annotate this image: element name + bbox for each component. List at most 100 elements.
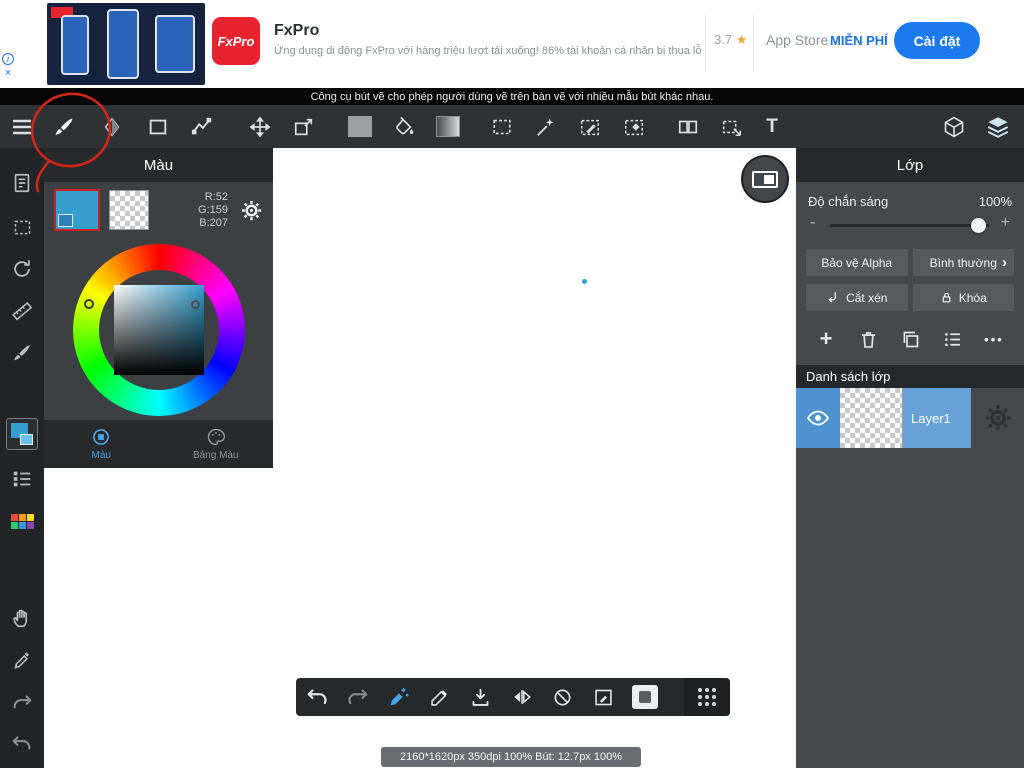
opacity-plus-button[interactable]: + xyxy=(1001,214,1010,232)
select-eraser-button[interactable] xyxy=(614,108,654,145)
gradient-tool-button[interactable] xyxy=(428,108,468,145)
navigator-button[interactable] xyxy=(741,155,789,203)
lock-layer-button[interactable]: Khóa xyxy=(912,284,1014,311)
select-tool-button[interactable] xyxy=(482,108,522,145)
hamburger-icon xyxy=(13,119,31,134)
eraser-note-icon xyxy=(595,689,612,705)
ad-rating: 3.7 ★ xyxy=(714,32,748,47)
top-toolbar: T xyxy=(0,105,1024,148)
duplicate-layer-button[interactable] xyxy=(896,326,924,352)
transparent-color-swatch[interactable] xyxy=(109,190,149,230)
eye-icon xyxy=(806,410,830,426)
shape-tool-button[interactable] xyxy=(138,108,178,145)
ad-app-logo[interactable]: FxPro xyxy=(212,17,260,65)
brush-tool-button[interactable] xyxy=(44,108,84,145)
ad-app-name: FxPro xyxy=(274,22,320,39)
eyedropper-button[interactable] xyxy=(0,643,44,677)
add-layer-button[interactable]: + xyxy=(812,326,840,352)
sv-indicator[interactable] xyxy=(191,300,200,309)
blend-mode-button[interactable]: Bình thường › xyxy=(912,249,1014,276)
transform-tool-button[interactable] xyxy=(284,108,324,145)
layers-stack-icon xyxy=(987,116,1009,138)
move-tool-button[interactable] xyxy=(240,108,280,145)
toolbar-drag-handle[interactable] xyxy=(684,678,730,716)
split-panels-icon xyxy=(678,120,698,133)
redo-icon xyxy=(13,695,32,709)
tab-color[interactable]: Màu xyxy=(44,420,159,468)
color-settings-button[interactable] xyxy=(240,199,263,222)
text-tool-button[interactable]: T xyxy=(752,108,792,145)
clear-layer-button[interactable] xyxy=(583,678,624,716)
rotation-lock-button[interactable] xyxy=(542,678,583,716)
fill-tool-button[interactable] xyxy=(384,108,424,145)
main-menu-button[interactable] xyxy=(2,108,42,145)
ruler-icon xyxy=(12,301,33,321)
crop-tool-button[interactable] xyxy=(712,108,752,145)
marquee-icon xyxy=(493,119,511,134)
select-mode-button[interactable] xyxy=(0,210,44,244)
protect-alpha-button[interactable]: Bảo vệ Alpha xyxy=(806,249,908,276)
magic-wand-icon xyxy=(537,117,554,136)
layer-visibility-toggle[interactable] xyxy=(796,388,840,448)
redo-button[interactable] xyxy=(337,678,378,716)
ellipsis-icon: ••• xyxy=(984,331,1004,347)
clipping-button[interactable]: Cắt xén xyxy=(806,284,908,311)
text-tool-icon: T xyxy=(766,115,778,137)
saturation-value-square[interactable] xyxy=(114,285,204,375)
layer-list-button[interactable] xyxy=(0,462,44,496)
ad-install-button[interactable]: Cài đặt xyxy=(894,22,980,59)
redo-button[interactable] xyxy=(0,685,44,719)
ad-info-icon[interactable]: i xyxy=(2,53,14,65)
undo-icon xyxy=(12,736,31,750)
ad-creative-image[interactable] xyxy=(47,3,205,85)
layer-settings-button[interactable] xyxy=(971,388,1024,448)
save-export-button[interactable] xyxy=(460,678,501,716)
layer-name[interactable]: Layer1 xyxy=(903,388,971,448)
pen-mode-button[interactable] xyxy=(419,678,460,716)
color-swatch-button[interactable] xyxy=(340,108,380,145)
palette-button[interactable] xyxy=(0,504,44,538)
promo-strip: Công cụ bút vẽ cho phép người dùng vẽ tr… xyxy=(0,88,1024,105)
delete-layer-button[interactable] xyxy=(854,326,882,352)
current-color-button[interactable] xyxy=(0,414,44,454)
smoothing-brush-button[interactable] xyxy=(378,678,419,716)
layer-options-button[interactable] xyxy=(938,326,966,352)
airbrush-button[interactable] xyxy=(0,336,44,370)
opacity-slider-knob[interactable] xyxy=(971,218,986,233)
select-pen-button[interactable] xyxy=(570,108,610,145)
chevron-right-icon: › xyxy=(1002,254,1007,271)
reset-view-button[interactable] xyxy=(0,252,44,286)
ad-divider xyxy=(753,14,754,72)
material-toggle-button[interactable] xyxy=(624,678,665,716)
layer-row[interactable]: Layer1 xyxy=(796,388,1024,448)
undo-button[interactable] xyxy=(296,678,337,716)
undo-button[interactable] xyxy=(0,726,44,760)
reference-notes-button[interactable] xyxy=(0,166,44,200)
opacity-slider[interactable]: - + xyxy=(804,211,1016,241)
layer-thumbnail[interactable] xyxy=(840,388,903,448)
layers-panel-button[interactable] xyxy=(978,108,1018,145)
hue-indicator[interactable] xyxy=(84,299,94,309)
color-wheel[interactable] xyxy=(44,240,273,422)
hand-tool-button[interactable] xyxy=(0,601,44,635)
color-panel-title: Màu xyxy=(44,148,273,182)
eraser-tool-button[interactable] xyxy=(92,108,132,145)
trash-icon xyxy=(861,331,875,348)
opacity-slider-track[interactable] xyxy=(830,224,990,227)
flip-canvas-button[interactable] xyxy=(501,678,542,716)
tab-palette[interactable]: Bảng Màu xyxy=(159,420,274,468)
magic-wand-button[interactable] xyxy=(526,108,566,145)
more-options-button[interactable]: ••• xyxy=(980,326,1008,352)
promo-text: Công cụ bút vẽ cho phép người dùng vẽ tr… xyxy=(310,90,714,103)
divide-canvas-button[interactable] xyxy=(668,108,708,145)
opacity-minus-button[interactable]: - xyxy=(810,214,815,232)
airbrush-icon xyxy=(14,345,30,361)
current-color-swatch[interactable] xyxy=(54,189,100,231)
opacity-value: 100% xyxy=(978,194,1012,209)
polyline-tool-button[interactable] xyxy=(182,108,222,145)
secondary-color-swatch xyxy=(58,214,73,227)
rgb-readout: R:52 G:159 B:207 xyxy=(198,190,228,229)
ad-close-icon[interactable]: × xyxy=(5,68,11,79)
ruler-button[interactable] xyxy=(0,294,44,328)
material-3d-button[interactable] xyxy=(934,108,974,145)
